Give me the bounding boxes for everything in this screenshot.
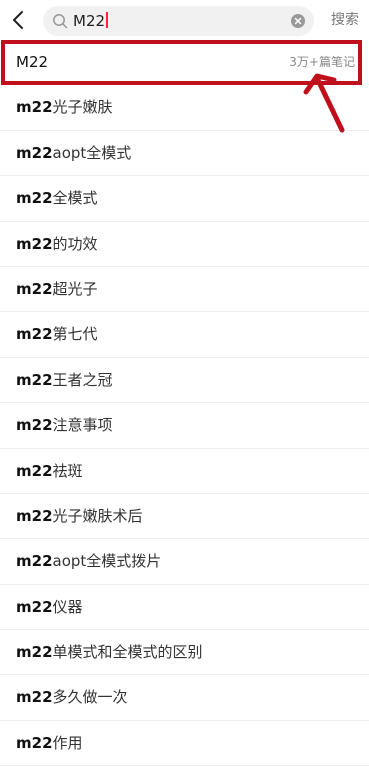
suggestion-prefix: m22 <box>16 688 53 707</box>
suggestion-label: m22aopt全模式 <box>16 144 131 162</box>
suggestion-suffix: 仪器 <box>52 597 83 616</box>
suggestion-suffix: 作用 <box>52 733 83 752</box>
suggestion-suffix: 第七代 <box>52 325 98 344</box>
suggestion-suffix: 的功效 <box>52 234 98 253</box>
suggestion-label: m22的功效 <box>16 235 98 253</box>
suggestion-list: M22 3万+篇笔记 m22光子嫩肤 m22aopt全模式 m22全模式 m22的功效 m2… <box>0 40 369 767</box>
suggestion-label: m22注意事项 <box>16 416 113 434</box>
suggestion-item[interactable]: m22的功效 <box>0 222 369 267</box>
annotation-arrow-icon <box>303 73 345 133</box>
suggestion-label: m22光子嫩肤 <box>16 98 113 116</box>
text-caret <box>106 12 109 28</box>
suggestion-suffix: 注意事项 <box>52 416 113 435</box>
suggestion-label: m22单模式和全模式的区别 <box>16 643 203 661</box>
search-button[interactable]: 搜索 <box>331 11 359 29</box>
suggestion-suffix: aopt全模式拨片 <box>52 552 162 571</box>
suggestion-suffix: 全模式 <box>52 189 98 208</box>
suggestion-label: m22王者之冠 <box>16 371 113 389</box>
suggestion-item[interactable]: m22仪器 <box>0 585 369 631</box>
suggestion-prefix: m22 <box>16 416 53 435</box>
suggestion-suffix: 单模式和全模式的区别 <box>52 643 203 662</box>
suggestion-prefix: m22 <box>16 506 53 525</box>
suggestion-prefix: m22 <box>16 643 53 662</box>
search-query-text[interactable]: M22 <box>73 12 109 30</box>
suggestion-item[interactable]: m22王者之冠 <box>0 358 369 404</box>
suggestion-item[interactable]: m22祛斑 <box>0 449 369 494</box>
suggestion-item[interactable]: m22注意事项 <box>0 403 369 449</box>
suggestion-prefix: m22 <box>16 143 53 162</box>
clear-icon[interactable] <box>291 14 305 28</box>
suggestion-prefix: m22 <box>16 189 53 208</box>
suggestion-suffix: aopt全模式 <box>52 143 132 162</box>
suggestion-prefix: m22 <box>16 461 53 480</box>
suggestion-suffix: 王者之冠 <box>52 370 113 389</box>
suggestion-label: m22光子嫩肤术后 <box>16 507 143 525</box>
back-arrow-icon[interactable] <box>8 8 30 32</box>
search-icon <box>53 14 68 29</box>
top-bar: M22 搜索 <box>0 0 369 40</box>
suggestion-item[interactable]: m22第七代 <box>0 312 369 358</box>
suggestion-prefix: m22 <box>16 325 53 344</box>
suggestion-item[interactable]: m22超光子 <box>0 267 369 313</box>
suggestion-label: m22作用 <box>16 734 83 752</box>
suggestion-prefix: m22 <box>16 234 53 253</box>
suggestion-item[interactable]: m22单模式和全模式的区别 <box>0 630 369 676</box>
suggestion-suffix: 光子嫩肤术后 <box>52 506 143 525</box>
suggestion-label: m22全模式 <box>16 189 98 207</box>
suggestion-label: m22祛斑 <box>16 462 83 480</box>
suggestion-prefix: m22 <box>16 98 53 117</box>
search-query-value: M22 <box>73 12 106 30</box>
suggestion-label: m22多久做一次 <box>16 688 128 706</box>
suggestion-label: m22仪器 <box>16 598 83 616</box>
suggestion-item[interactable]: m22光子嫩肤术后 <box>0 494 369 540</box>
suggestion-prefix: m22 <box>16 552 53 571</box>
suggestion-suffix: 祛斑 <box>52 461 83 480</box>
suggestion-label: M22 <box>16 53 48 71</box>
suggestion-suffix: 超光子 <box>52 279 98 298</box>
suggestion-prefix: M22 <box>16 53 49 71</box>
suggestion-item[interactable]: m22作用 <box>0 721 369 767</box>
suggestion-label: m22aopt全模式拨片 <box>16 552 161 570</box>
suggestion-item[interactable]: m22aopt全模式拨片 <box>0 539 369 585</box>
suggestion-suffix: 光子嫩肤 <box>52 98 113 117</box>
suggestion-prefix: m22 <box>16 597 53 616</box>
suggestion-suffix: 多久做一次 <box>52 688 128 707</box>
suggestion-prefix: m22 <box>16 733 53 752</box>
search-input[interactable]: M22 <box>43 6 314 36</box>
suggestion-label: m22超光子 <box>16 280 98 298</box>
suggestion-prefix: m22 <box>16 370 53 389</box>
suggestion-item[interactable]: m22多久做一次 <box>0 675 369 721</box>
suggestion-prefix: m22 <box>16 279 53 298</box>
suggestion-item[interactable]: m22全模式 <box>0 176 369 222</box>
suggestion-label: m22第七代 <box>16 325 98 343</box>
